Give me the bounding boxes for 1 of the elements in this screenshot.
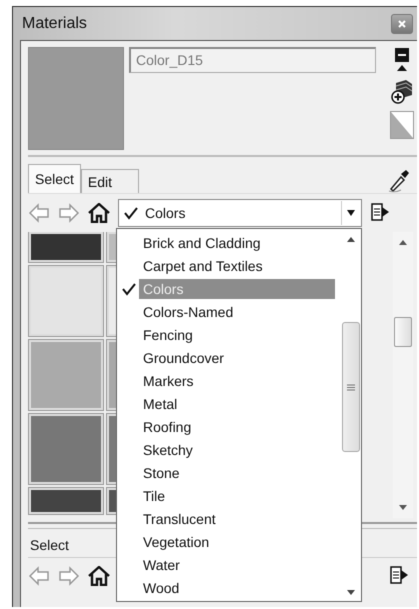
window-title: Materials xyxy=(21,14,87,32)
